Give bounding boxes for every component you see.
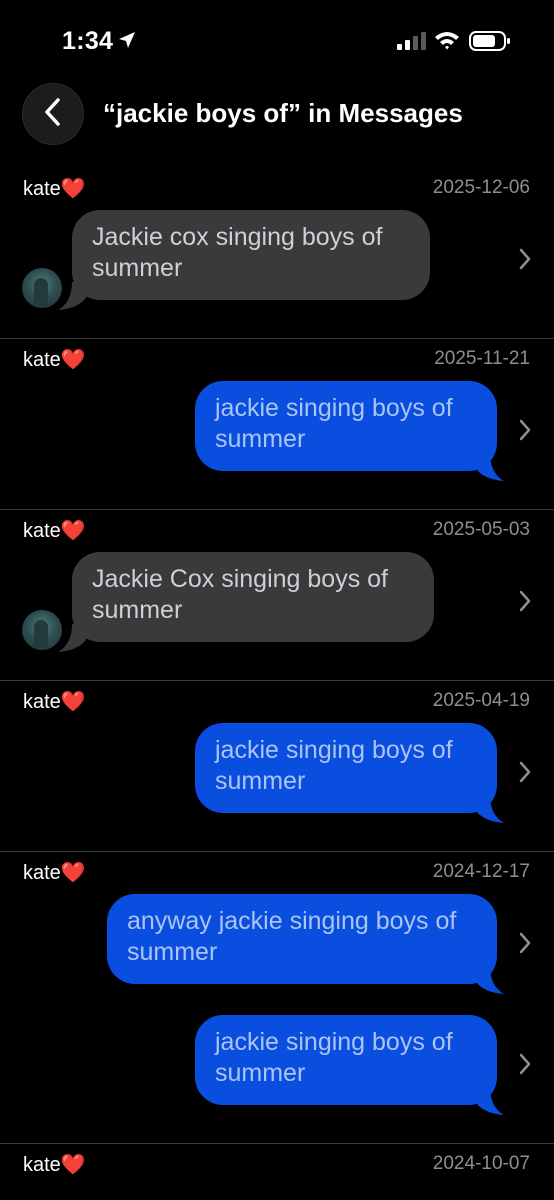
message-date: 2025-05-03 — [432, 519, 530, 540]
location-arrow-icon — [117, 30, 137, 55]
search-result[interactable]: kate❤️ 2024-10-07 — [0, 1144, 554, 1184]
sender-name: kate❤️ — [23, 862, 86, 884]
status-bar: 1:34 — [0, 0, 554, 80]
sender-name: kate❤️ — [23, 349, 86, 371]
message-bubble[interactable]: anyway jackie singing boys of summer — [107, 894, 497, 984]
battery-icon — [469, 31, 511, 56]
message-date: 2024-10-07 — [432, 1153, 530, 1174]
message-date: 2024-12-17 — [432, 861, 530, 882]
chevron-right-icon[interactable] — [518, 248, 532, 275]
search-result[interactable]: kate❤️ 2025-05-03 Jackie Cox singing boy… — [0, 510, 554, 681]
message-bubble[interactable]: jackie singing boys of summer — [195, 1015, 497, 1105]
back-button[interactable] — [22, 83, 84, 145]
message-bubble[interactable]: jackie singing boys of summer — [195, 723, 497, 813]
chevron-right-icon[interactable] — [518, 932, 532, 959]
status-time: 1:34 — [62, 27, 114, 55]
chevron-right-icon[interactable] — [518, 419, 532, 446]
avatar — [22, 268, 62, 308]
sender-name: kate❤️ — [23, 691, 86, 713]
chevron-left-icon — [42, 97, 64, 132]
message-date: 2025-04-19 — [432, 690, 530, 711]
message-bubble[interactable]: Jackie cox singing boys of summer — [72, 210, 430, 300]
message-date: 2025-12-06 — [432, 177, 530, 198]
sender-name: kate❤️ — [23, 1154, 86, 1176]
search-result[interactable]: kate❤️ 2024-12-17 anyway jackie singing … — [0, 852, 554, 1144]
search-result[interactable]: kate❤️ 2025-04-19 jackie singing boys of… — [0, 681, 554, 852]
search-result[interactable]: kate❤️ 2025-12-06 Jackie cox singing boy… — [0, 168, 554, 339]
page-title: “jackie boys of” in Messages — [103, 98, 463, 128]
message-date: 2025-11-21 — [434, 348, 530, 369]
chevron-right-icon[interactable] — [518, 1053, 532, 1080]
wifi-icon — [434, 30, 460, 55]
sender-name: kate❤️ — [23, 178, 86, 200]
chevron-right-icon[interactable] — [518, 761, 532, 788]
cellular-signal-icon — [397, 32, 427, 55]
sender-name: kate❤️ — [23, 520, 86, 542]
message-bubble[interactable]: jackie singing boys of summer — [195, 381, 497, 471]
search-results-list: kate❤️ 2025-12-06 Jackie cox singing boy… — [0, 168, 554, 1184]
chevron-right-icon[interactable] — [518, 590, 532, 617]
search-result[interactable]: kate❤️ 2025-11-21 jackie singing boys of… — [0, 339, 554, 510]
avatar — [22, 610, 62, 650]
message-bubble[interactable]: Jackie Cox singing boys of summer — [72, 552, 434, 642]
